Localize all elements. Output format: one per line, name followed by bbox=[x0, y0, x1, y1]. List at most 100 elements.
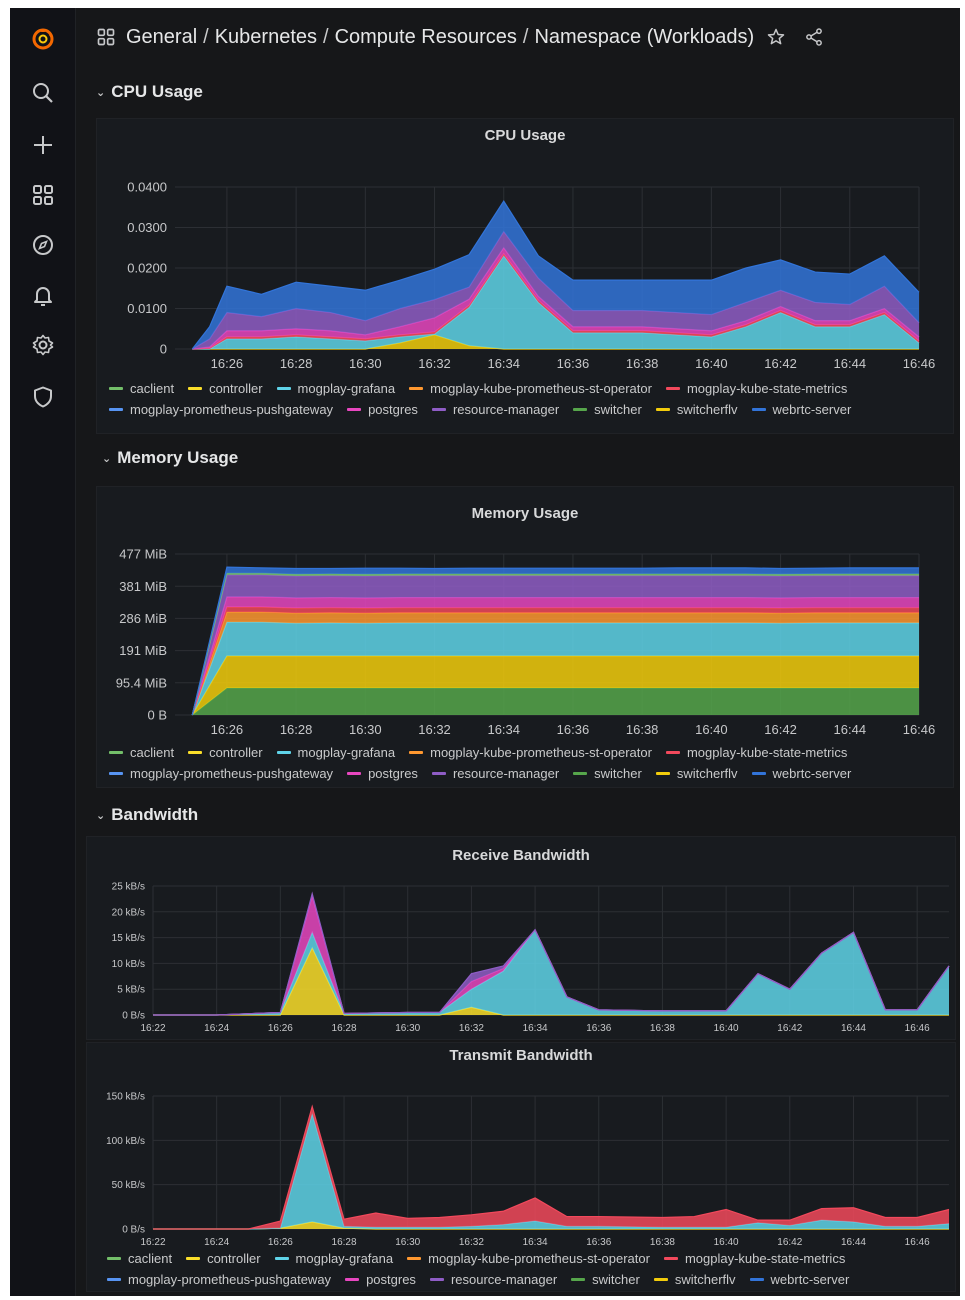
page-title[interactable]: Namespace (Workloads) bbox=[534, 26, 754, 49]
panel-memory-usage[interactable]: Memory Usage 0 B 95.4 MiB 191 MiB 286 MiB 38… bbox=[96, 486, 954, 788]
legend-item-controller[interactable]: controller bbox=[188, 745, 263, 760]
row-memory-usage[interactable]: ⌄ Memory Usage bbox=[102, 448, 238, 468]
legend-item-switcher[interactable]: switcher bbox=[573, 402, 642, 417]
legend-item-mogplay-kube-state-metrics[interactable]: mogplay-kube-state-metrics bbox=[663, 1251, 845, 1266]
explore-icon[interactable] bbox=[28, 230, 58, 260]
legend-label: switcherflv bbox=[674, 1272, 736, 1287]
row-cpu-usage[interactable]: ⌄ CPU Usage bbox=[96, 82, 203, 102]
x-tick-label: 16:40 bbox=[695, 356, 728, 371]
legend-swatch bbox=[109, 408, 123, 411]
legend-swatch bbox=[655, 772, 670, 775]
legend-item-caclient[interactable]: caclient bbox=[109, 745, 174, 760]
breadcrumb-compute-resources[interactable]: Compute Resources bbox=[335, 26, 517, 49]
legend-item-mogplay-kube-prometheus-st-operator[interactable]: mogplay-kube-prometheus-st-operator bbox=[409, 745, 652, 760]
legend-item-resource-manager[interactable]: resource-manager bbox=[429, 1272, 557, 1287]
legend-swatch bbox=[109, 751, 123, 754]
search-icon[interactable] bbox=[28, 78, 58, 108]
dashboards-icon[interactable] bbox=[28, 180, 58, 210]
legend-item-mogplay-prometheus-pushgateway[interactable]: mogplay-prometheus-pushgateway bbox=[109, 402, 333, 417]
star-icon[interactable] bbox=[766, 27, 786, 47]
legend-item-switcher[interactable]: switcher bbox=[571, 1272, 640, 1287]
shield-icon[interactable] bbox=[28, 382, 58, 412]
x-tick-label: 16:36 bbox=[586, 1237, 611, 1248]
legend-item-controller[interactable]: controller bbox=[186, 1251, 261, 1266]
legend-item-mogplay-prometheus-pushgateway[interactable]: mogplay-prometheus-pushgateway bbox=[109, 766, 333, 781]
y-tick-label: 0.0200 bbox=[127, 261, 167, 276]
legend-row: caclient controller mogplay-grafana mogplay… bbox=[109, 745, 861, 760]
legend-label: switcher bbox=[592, 1272, 640, 1287]
legend-label: controller bbox=[207, 1251, 261, 1266]
share-icon[interactable] bbox=[804, 27, 824, 47]
panel-cpu-usage[interactable]: CPU Usage 0 0.0100 0.0200 0.0300 0.0400 16:26… bbox=[96, 118, 954, 434]
legend-item-controller[interactable]: controller bbox=[188, 381, 263, 396]
panel-title: Memory Usage bbox=[471, 505, 579, 522]
x-tick-label: 16:36 bbox=[557, 722, 590, 737]
x-tick-label: 16:22 bbox=[140, 1237, 165, 1248]
legend-item-mogplay-prometheus-pushgateway[interactable]: mogplay-prometheus-pushgateway bbox=[107, 1272, 331, 1287]
legend-item-mogplay-grafana[interactable]: mogplay-grafana bbox=[276, 745, 396, 760]
legend-label: resource-manager bbox=[452, 402, 560, 417]
legend-swatch bbox=[347, 772, 362, 775]
legend-row: mogplay-prometheus-pushgateway postgres re… bbox=[109, 402, 865, 417]
legend-item-mogplay-kube-state-metrics[interactable]: mogplay-kube-state-metrics bbox=[665, 745, 847, 760]
legend: caclient controller mogplay-grafana mogplay… bbox=[109, 745, 949, 789]
alerting-icon[interactable] bbox=[28, 280, 58, 310]
legend-item-webrtc-server[interactable]: webrtc-server bbox=[751, 402, 851, 417]
legend-swatch bbox=[431, 408, 446, 411]
plus-icon[interactable] bbox=[28, 130, 58, 160]
series-area-mogplay-kube-state-metrics[interactable] bbox=[153, 1106, 949, 1229]
legend-label: switcher bbox=[594, 402, 642, 417]
x-tick-label: 16:42 bbox=[777, 1023, 802, 1034]
legend-item-switcherflv[interactable]: switcherflv bbox=[653, 1272, 736, 1287]
series-area-mogplay-grafana[interactable] bbox=[153, 929, 949, 1015]
y-tick-label: 20 kB/s bbox=[112, 907, 145, 918]
grafana-logo[interactable] bbox=[28, 24, 58, 54]
series-area-switcher[interactable] bbox=[192, 687, 920, 715]
legend-item-caclient[interactable]: caclient bbox=[107, 1251, 172, 1266]
legend-swatch bbox=[109, 387, 123, 390]
legend-item-postgres[interactable]: postgres bbox=[347, 766, 418, 781]
legend-item-mogplay-kube-prometheus-st-operator[interactable]: mogplay-kube-prometheus-st-operator bbox=[407, 1251, 650, 1266]
legend-item-mogplay-kube-state-metrics[interactable]: mogplay-kube-state-metrics bbox=[665, 381, 847, 396]
legend-item-postgres[interactable]: postgres bbox=[345, 1272, 416, 1287]
panel-transmit-bandwidth[interactable]: Transmit Bandwidth 0 B/s 50 kB/s 100 kB/s 1… bbox=[86, 1042, 956, 1292]
breadcrumb-kubernetes[interactable]: Kubernetes bbox=[215, 26, 317, 49]
y-tick-label: 100 kB/s bbox=[106, 1136, 145, 1147]
y-tick-label: 0 bbox=[160, 342, 167, 357]
legend-item-webrtc-server[interactable]: webrtc-server bbox=[751, 766, 852, 781]
legend-swatch bbox=[109, 772, 123, 775]
legend-item-switcherflv[interactable]: switcherflv bbox=[655, 402, 738, 417]
legend-item-switcherflv[interactable]: switcherflv bbox=[655, 766, 738, 781]
legend-item-postgres[interactable]: postgres bbox=[347, 402, 418, 417]
legend-item-mogplay-kube-prometheus-st-operator[interactable]: mogplay-kube-prometheus-st-operator bbox=[409, 381, 652, 396]
breadcrumb-general[interactable]: General bbox=[126, 26, 197, 49]
x-tick-label: 16:40 bbox=[695, 722, 728, 737]
panel-receive-bandwidth[interactable]: Receive Bandwidth 0 B/s 5 kB/s 10 kB/s 15 k… bbox=[86, 836, 956, 1040]
x-tick-label: 16:46 bbox=[905, 1237, 930, 1248]
legend-swatch bbox=[347, 408, 362, 411]
legend-swatch bbox=[107, 1278, 121, 1281]
legend-item-mogplay-grafana[interactable]: mogplay-grafana bbox=[274, 1251, 393, 1266]
row-title: CPU Usage bbox=[111, 82, 203, 101]
legend: caclient controller mogplay-grafana mogplay… bbox=[107, 1251, 952, 1295]
legend-item-mogplay-grafana[interactable]: mogplay-grafana bbox=[276, 381, 395, 396]
configuration-icon[interactable] bbox=[28, 330, 58, 360]
legend-label: mogplay-grafana bbox=[297, 745, 396, 760]
legend-label: resource-manager bbox=[452, 766, 560, 781]
legend-swatch bbox=[409, 751, 424, 754]
x-tick-label: 16:32 bbox=[418, 356, 451, 371]
x-tick-label: 16:40 bbox=[714, 1237, 739, 1248]
x-tick-label: 16:34 bbox=[487, 722, 520, 737]
legend-item-resource-manager[interactable]: resource-manager bbox=[431, 402, 560, 417]
x-tick-label: 16:38 bbox=[626, 722, 659, 737]
cpu-usage-chart: 0 0.0100 0.0200 0.0300 0.0400 16:26 16:28 16:30… bbox=[127, 180, 935, 371]
legend-label: webrtc-server bbox=[772, 766, 852, 781]
legend-item-switcher[interactable]: switcher bbox=[573, 766, 642, 781]
y-tick-label: 95.4 MiB bbox=[116, 675, 167, 690]
x-tick-label: 16:36 bbox=[586, 1023, 611, 1034]
legend-item-caclient[interactable]: caclient bbox=[109, 381, 174, 396]
legend-item-resource-manager[interactable]: resource-manager bbox=[431, 766, 560, 781]
legend-item-webrtc-server[interactable]: webrtc-server bbox=[749, 1272, 849, 1287]
x-tick-label: 16:38 bbox=[650, 1237, 675, 1248]
row-bandwidth[interactable]: ⌄ Bandwidth bbox=[96, 805, 198, 825]
